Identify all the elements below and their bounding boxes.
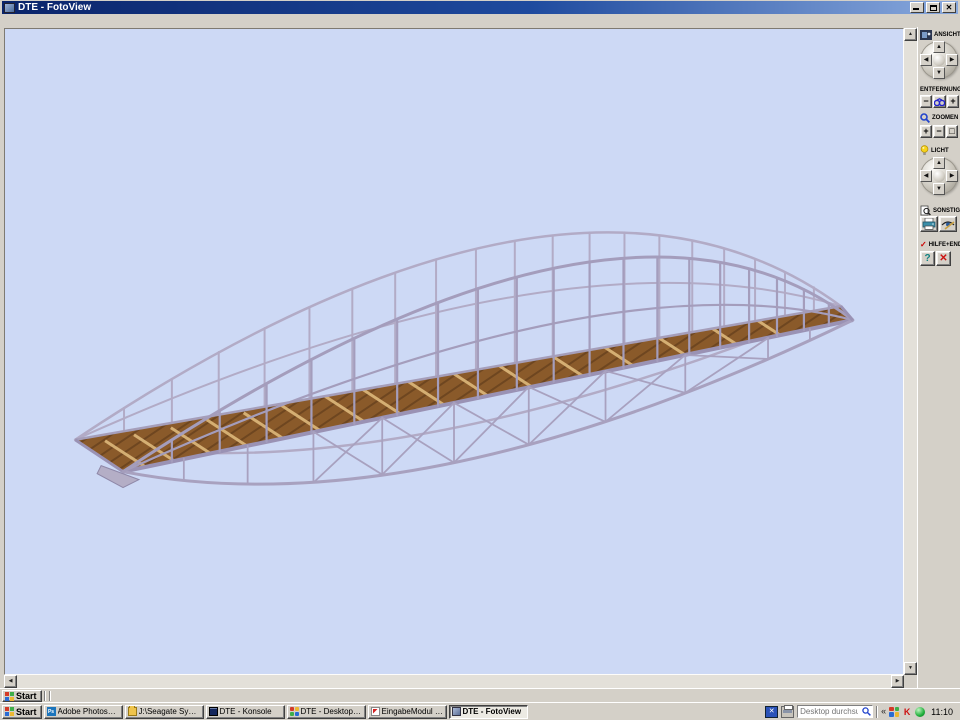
view-down-button[interactable]: ▼ [933,67,945,79]
hilfe-header: ✓ HILFE+ENDE [920,240,960,249]
distance-binoculars-button[interactable] [933,95,946,108]
snapshot-button[interactable] [939,216,957,232]
app-icon [4,3,15,13]
divider [44,691,46,701]
start-button[interactable]: Start [2,705,42,719]
console-icon [209,707,218,716]
scroll-down-button[interactable]: ▼ [904,662,917,675]
module-icon [371,707,380,716]
distance-decrease-button[interactable]: − [920,95,932,108]
vertical-scrollbar[interactable]: ▲ ▼ [904,28,917,675]
view-dpad: ▲ ◀ ▶ ▼ [920,41,958,79]
magnifier-document-icon [920,205,931,216]
bulb-icon [920,145,929,156]
scrollbar-corner [904,675,917,688]
scroll-right-button[interactable]: ▶ [891,675,904,688]
desktop-icon[interactable]: ✕ [765,706,778,718]
light-right-button[interactable]: ▶ [946,170,958,182]
tool-panel: ANSICHT ▲ ◀ ▶ ▼ ENTFERNUNG − + [917,27,960,688]
sonstiges-header: SONSTIGES [920,205,960,216]
search-button[interactable] [860,706,872,717]
light-up-button[interactable]: ▲ [933,157,945,169]
view-right-button[interactable]: ▶ [946,54,958,66]
photoshop-icon: Ps [47,707,56,716]
scroll-up-button[interactable]: ▲ [904,28,917,41]
taskbar-item-photoshop[interactable]: Ps Adobe Photoshop CS3 E... [44,705,123,719]
taskbar-item-konsole[interactable]: DTE - Konsole [206,705,285,719]
eye-pen-icon [941,218,956,230]
taskbar-item-folder[interactable]: J:\Seagate Sync\SyncRe... [125,705,204,719]
zoomen-header: ZOOMEN [920,113,958,123]
horizontal-scrollbar[interactable]: ◀ ▶ [4,675,904,688]
tray-k-icon[interactable]: K [902,707,912,717]
taskbar: Start Ps Adobe Photoshop CS3 E... J:\Sea… [0,702,960,720]
desktop-search [797,705,873,718]
zoom-out-button[interactable]: − [933,125,945,138]
title-bar: DTE - FotoView ✕ [2,1,958,14]
taskbar-item-fotoview[interactable]: DTE - FotoView [449,705,528,719]
clock[interactable]: 11:10 [928,707,956,717]
view-up-button[interactable]: ▲ [933,41,945,53]
light-down-button[interactable]: ▼ [933,183,945,195]
view-dpad-center [933,54,945,66]
binoculars-icon [934,98,945,106]
light-dpad: ▲ ◀ ▶ ▼ [920,157,958,195]
print-button[interactable] [920,216,938,232]
menu-strip [2,14,958,27]
taskbar-item-eingabemodul[interactable]: EingabeModul [Bauchwee... [368,705,447,719]
tray-status-icon[interactable] [915,707,925,717]
divider [49,691,51,701]
light-dpad-center [933,170,945,182]
classic-start-bar: Start [0,688,960,702]
help-button[interactable]: ? [920,251,935,266]
classic-start-button[interactable]: Start [2,690,42,702]
search-input[interactable] [798,707,860,716]
app-window: DTE - FotoView ✕ [0,0,960,720]
distance-increase-button[interactable]: + [947,95,959,108]
close-button[interactable]: ✕ [942,2,956,13]
divider [876,706,878,718]
bridge-model [5,29,903,674]
tray-app-icon[interactable] [889,707,899,717]
maximize-button[interactable] [926,2,940,13]
windows-logo-icon [5,707,14,716]
minimize-button[interactable] [910,2,924,13]
taskbar-item-dte[interactable]: DTE - Desktop Engineeri... [287,705,366,719]
light-left-button[interactable]: ◀ [920,170,932,182]
tray-expand-button[interactable]: « [881,707,886,716]
scroll-left-button[interactable]: ◀ [4,675,17,688]
check-icon: ✓ [920,240,927,249]
printer-tray-icon[interactable] [781,706,794,718]
windows-logo-icon [5,692,14,701]
licht-header: LICHT [920,145,949,156]
viewport-3d[interactable] [4,28,904,675]
zoom-in-button[interactable]: + [920,125,932,138]
view-left-button[interactable]: ◀ [920,54,932,66]
zoom-window-button[interactable]: □ [946,125,958,138]
window-title: DTE - FotoView [18,2,91,13]
entfernung-header: ENTFERNUNG [920,87,960,93]
printer-icon [922,218,936,230]
dte-icon [290,707,299,716]
search-icon [862,707,871,716]
view-icon [920,30,932,40]
magnifier-icon [920,113,930,123]
folder-icon [128,707,137,716]
fotoview-icon [452,707,461,716]
exit-button[interactable]: ✕ [936,251,951,266]
ansicht-header: ANSICHT [920,30,960,40]
